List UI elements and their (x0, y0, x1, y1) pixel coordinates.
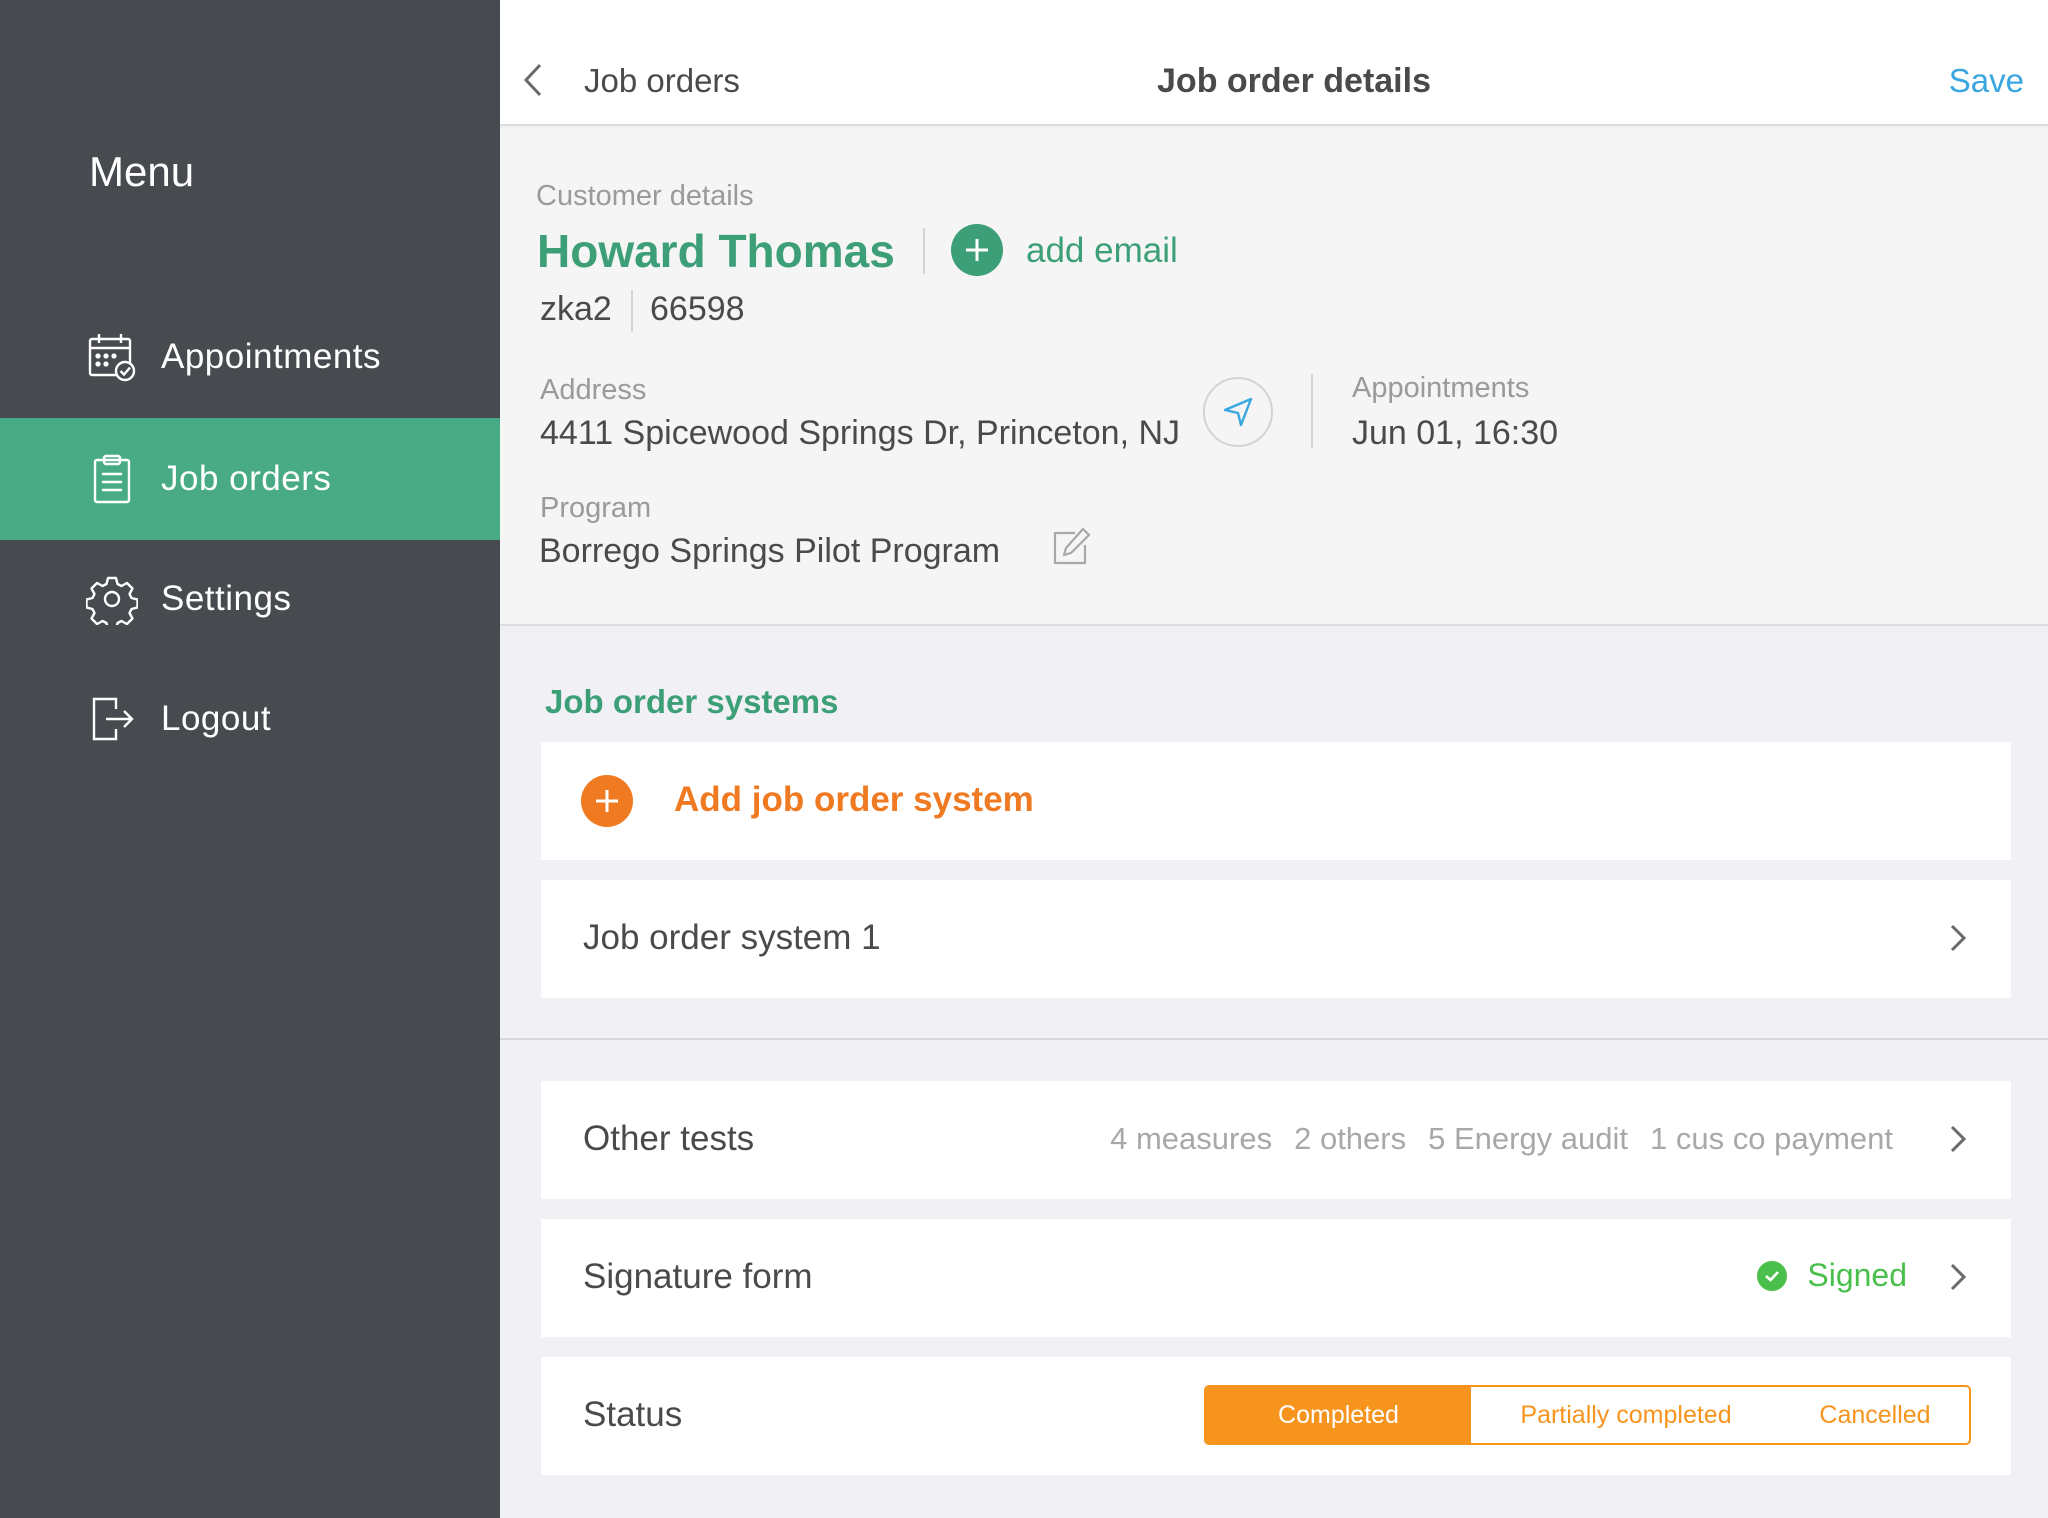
test-tag: 4 measures (1110, 1121, 1273, 1156)
sidebar-item-settings[interactable]: Settings (0, 538, 500, 660)
sidebar-item-job-orders[interactable]: Job orders (0, 418, 500, 540)
chevron-right-icon (1949, 1262, 1967, 1297)
logout-icon (86, 693, 138, 745)
add-email-link[interactable]: add email (1026, 231, 1178, 271)
calendar-check-icon (86, 331, 138, 383)
sidebar-item-logout[interactable]: Logout (0, 658, 500, 780)
chevron-right-icon (1949, 1124, 1967, 1159)
navigate-button[interactable] (1203, 377, 1273, 447)
customer-number: 66598 (650, 290, 745, 328)
program-label: Program (540, 492, 652, 524)
appointment-time: Jun 01, 16:30 (1352, 414, 1559, 452)
status-option-completed[interactable]: Completed (1206, 1387, 1471, 1443)
customer-code: zka2 (540, 290, 612, 328)
top-bar: Job orders Job order details Save (500, 0, 2048, 126)
status-segmented-control: Completed Partially completed Cancelled (1204, 1385, 1971, 1445)
address-value: 4411 Spicewood Springs Dr, Princeton, NJ (540, 414, 1181, 452)
save-button[interactable]: Save (1949, 62, 2024, 100)
sidebar-item-label: Job orders (161, 459, 332, 498)
edit-icon[interactable] (1051, 527, 1091, 572)
divider (631, 290, 633, 332)
address-label: Address (540, 374, 647, 406)
customer-details: Customer details Howard Thomas add email… (500, 128, 2048, 626)
clipboard-icon (86, 453, 138, 505)
job-order-systems-title: Job order systems (545, 683, 839, 720)
test-tag: 1 cus co payment (1650, 1121, 1893, 1156)
sidebar-item-appointments[interactable]: Appointments (0, 296, 500, 418)
job-order-system-label: Job order system 1 (583, 918, 881, 957)
check-circle-icon (1757, 1260, 1788, 1291)
chevron-right-icon (1949, 923, 1967, 958)
divider (1311, 374, 1313, 448)
customer-name: Howard Thomas (537, 225, 895, 277)
test-tag: 5 Energy audit (1428, 1121, 1629, 1156)
menu-title: Menu (89, 148, 195, 195)
status-label: Status (583, 1395, 683, 1434)
section-divider (500, 1038, 2048, 1040)
job-order-system-row[interactable]: Job order system 1 (541, 880, 2011, 998)
divider (923, 228, 925, 274)
page-title: Job order details (1157, 62, 1431, 100)
sidebar-item-label: Settings (161, 579, 292, 618)
other-tests-tags: 4 measures 2 others 5 Energy audit 1 cus… (1110, 1121, 1893, 1157)
other-tests-label: Other tests (583, 1119, 755, 1158)
add-job-order-system-button[interactable]: Add job order system (541, 742, 2011, 860)
gear-icon (86, 573, 138, 625)
customer-details-label: Customer details (536, 180, 754, 212)
signature-form-row[interactable]: Signature form Signed (541, 1219, 2011, 1337)
add-email-button[interactable] (951, 224, 1003, 276)
signed-label: Signed (1807, 1257, 1907, 1293)
plus-icon (581, 775, 633, 827)
status-row: Status Completed Partially completed Can… (541, 1357, 2011, 1475)
sidebar-item-label: Logout (161, 699, 272, 738)
appointments-label: Appointments (1352, 372, 1530, 404)
sidebar-item-label: Appointments (161, 337, 382, 376)
signed-status: Signed (1757, 1257, 1907, 1294)
signature-form-label: Signature form (583, 1257, 813, 1296)
status-option-cancelled[interactable]: Cancelled (1781, 1387, 1969, 1443)
other-tests-row[interactable]: Other tests 4 measures 2 others 5 Energy… (541, 1081, 2011, 1199)
add-job-order-system-label: Add job order system (674, 780, 1034, 819)
program-value: Borrego Springs Pilot Program (539, 532, 1001, 570)
sidebar: Menu Appointments Job orders Settings Lo… (0, 0, 500, 1518)
status-option-partially-completed[interactable]: Partially completed (1471, 1387, 1781, 1443)
test-tag: 2 others (1294, 1121, 1407, 1156)
